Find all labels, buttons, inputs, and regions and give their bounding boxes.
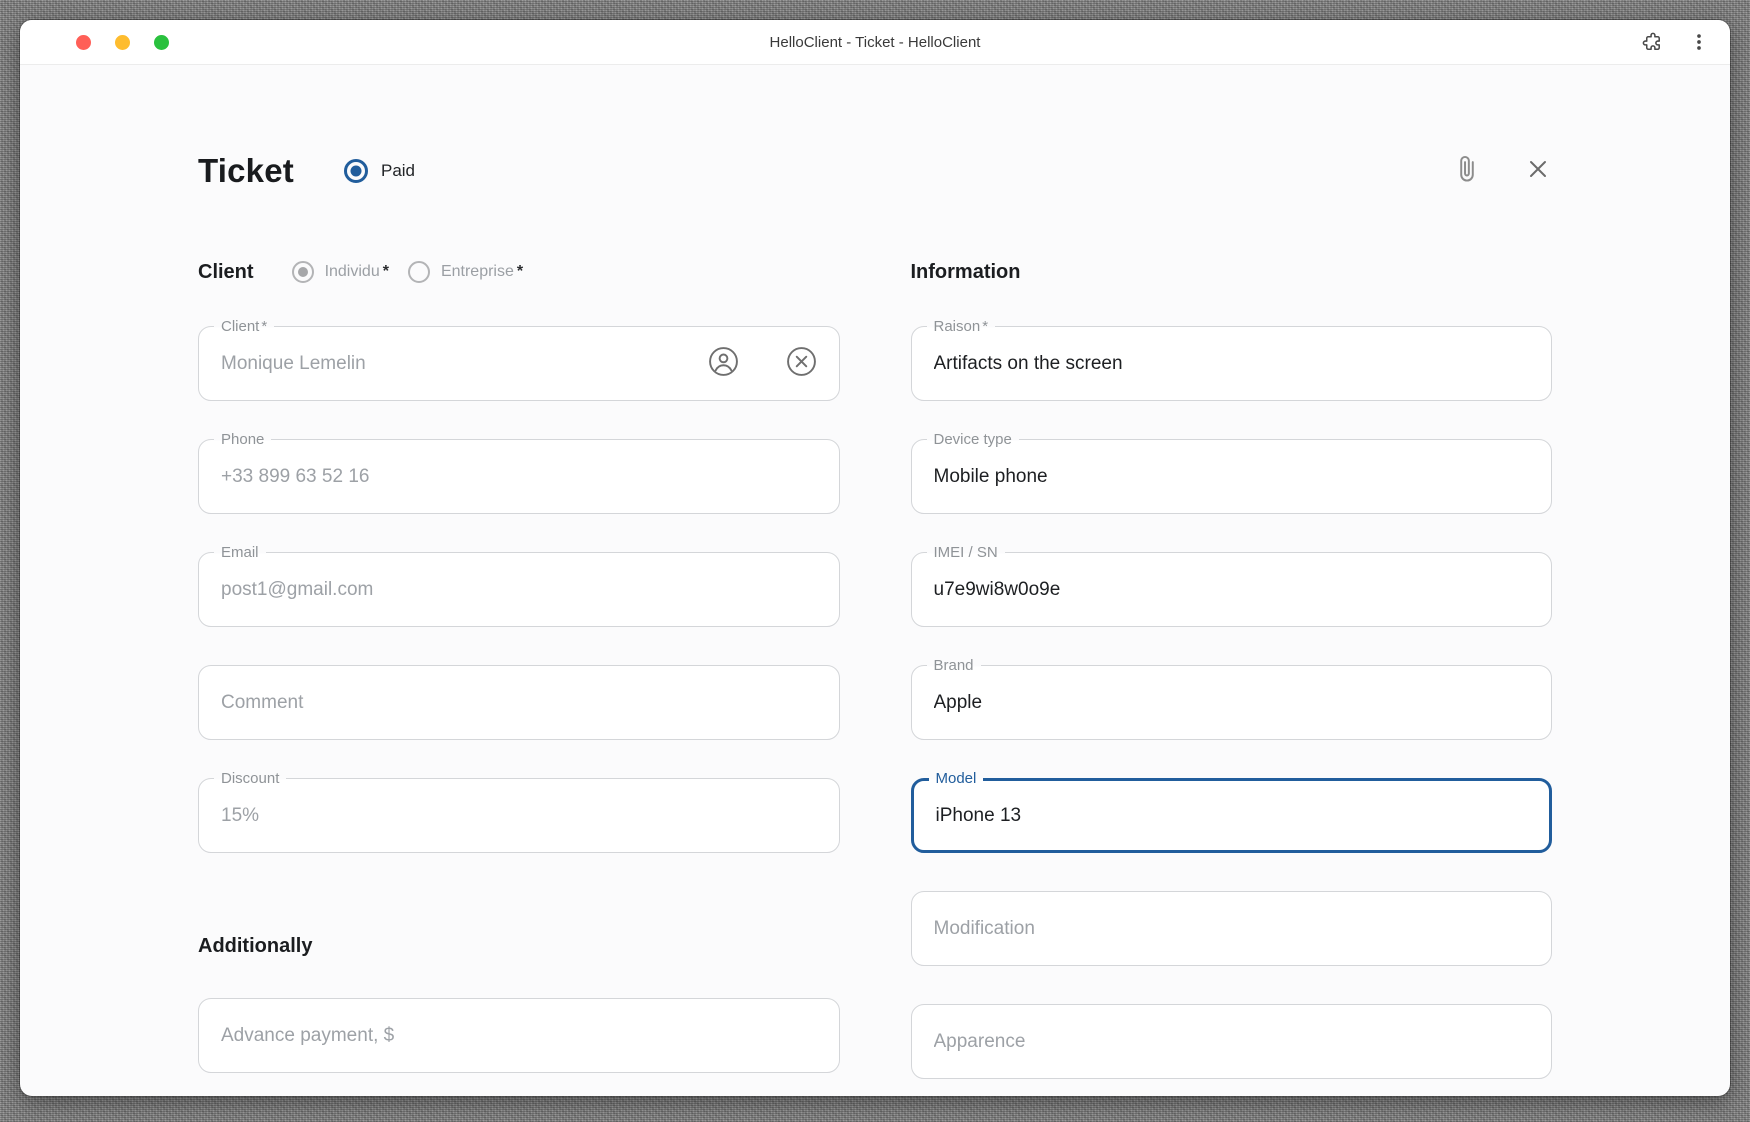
clear-circle-icon[interactable] xyxy=(786,346,817,382)
phone-field: Phone xyxy=(198,439,840,514)
discount-input[interactable] xyxy=(199,779,839,852)
close-icon[interactable] xyxy=(1524,155,1552,188)
model-field: Model xyxy=(911,778,1553,853)
information-heading: Information xyxy=(911,261,1021,284)
email-field: Email xyxy=(198,552,840,627)
phone-input[interactable] xyxy=(199,440,839,513)
client-type-individual[interactable]: Individu * xyxy=(292,261,389,283)
client-section-head: Client Individu * Entreprise * xyxy=(198,257,840,287)
device-type-input[interactable] xyxy=(912,440,1552,513)
additionally-heading: Additionally xyxy=(198,935,312,958)
page-title: Ticket xyxy=(198,152,294,190)
form-columns: Client Individu * Entreprise * xyxy=(198,257,1552,1079)
advance-payment-input[interactable] xyxy=(199,999,839,1072)
page-header: Ticket Paid xyxy=(198,149,1552,193)
company-required-mark: * xyxy=(517,263,523,281)
discount-field-label: Discount xyxy=(214,770,286,788)
company-radio-icon[interactable] xyxy=(408,261,430,283)
model-field-label: Model xyxy=(929,770,984,788)
apparence-field xyxy=(911,1004,1553,1079)
individual-radio-label: Individu xyxy=(325,263,380,281)
client-field-label: Client* xyxy=(214,318,274,336)
imei-sn-field-label: IMEI / SN xyxy=(927,544,1005,562)
device-type-field-label: Device type xyxy=(927,431,1019,449)
company-radio-label: Entreprise xyxy=(441,263,514,281)
information-column: Information Raison* Device type IMEI / xyxy=(911,257,1553,1079)
raison-field-label: Raison* xyxy=(927,318,996,336)
individual-radio-icon[interactable] xyxy=(292,261,314,283)
fullscreen-window-button[interactable] xyxy=(154,35,169,50)
phone-field-label: Phone xyxy=(214,431,271,449)
device-type-field: Device type xyxy=(911,439,1553,514)
information-section-head: Information xyxy=(911,257,1553,287)
advance-payment-field xyxy=(198,998,840,1073)
individual-required-mark: * xyxy=(383,263,389,281)
comment-field xyxy=(198,665,840,740)
comment-input[interactable] xyxy=(199,666,839,739)
paperclip-icon[interactable] xyxy=(1452,153,1482,190)
person-circle-icon[interactable] xyxy=(708,346,739,382)
desktop-background: HelloClient - Ticket - HelloClient Ticke… xyxy=(0,0,1750,1122)
client-heading: Client xyxy=(198,261,254,284)
email-field-label: Email xyxy=(214,544,266,562)
model-input[interactable] xyxy=(914,781,1550,850)
modification-field xyxy=(911,891,1553,966)
brand-field-label: Brand xyxy=(927,657,981,675)
additionally-section-head: Additionally xyxy=(198,933,840,959)
client-field: Client* xyxy=(198,326,840,401)
brand-field: Brand xyxy=(911,665,1553,740)
extensions-icon[interactable] xyxy=(1641,31,1664,54)
kebab-menu-icon[interactable] xyxy=(1688,31,1710,53)
ticket-page: Ticket Paid xyxy=(20,65,1730,1096)
paid-radio-label: Paid xyxy=(381,161,415,181)
close-window-button[interactable] xyxy=(76,35,91,50)
imei-sn-input[interactable] xyxy=(912,553,1552,626)
window-title: HelloClient - Ticket - HelloClient xyxy=(20,34,1730,51)
paid-radio-icon[interactable] xyxy=(344,159,368,183)
app-window: HelloClient - Ticket - HelloClient Ticke… xyxy=(20,20,1730,1096)
client-field-icons xyxy=(708,346,817,382)
minimize-window-button[interactable] xyxy=(115,35,130,50)
raison-input[interactable] xyxy=(912,327,1552,400)
client-column: Client Individu * Entreprise * xyxy=(198,257,840,1079)
imei-sn-field: IMEI / SN xyxy=(911,552,1553,627)
modification-input[interactable] xyxy=(912,892,1552,965)
client-type-group: Individu * Entreprise * xyxy=(273,261,524,283)
discount-field: Discount xyxy=(198,778,840,853)
raison-field: Raison* xyxy=(911,326,1553,401)
traffic-lights xyxy=(20,35,169,50)
apparence-input[interactable] xyxy=(912,1005,1552,1078)
email-input[interactable] xyxy=(199,553,839,626)
header-actions xyxy=(1452,153,1552,190)
client-type-company[interactable]: Entreprise * xyxy=(408,261,523,283)
status-radio-paid[interactable]: Paid xyxy=(344,159,415,183)
titlebar-actions xyxy=(1641,31,1730,54)
titlebar: HelloClient - Ticket - HelloClient xyxy=(20,20,1730,65)
brand-input[interactable] xyxy=(912,666,1552,739)
